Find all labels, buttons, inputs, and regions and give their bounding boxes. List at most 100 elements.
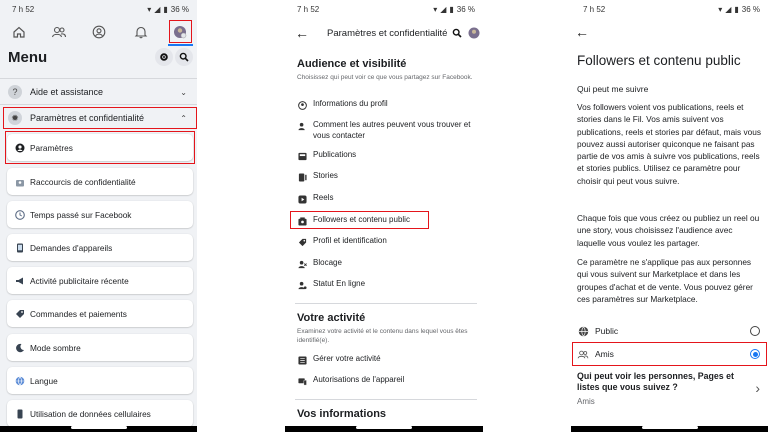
highlight-section [3, 107, 197, 129]
search-button[interactable] [175, 48, 193, 66]
wifi-icon: ▾ [433, 5, 438, 14]
block-user-icon [297, 259, 307, 269]
reels-icon [297, 194, 307, 204]
paragraph-marketplace-info: Ce paramètre ne s'applique pas aux perso… [577, 257, 753, 304]
clock-icon [14, 209, 25, 220]
home-indicator[interactable] [70, 426, 127, 429]
menu-item-label: Raccourcis de confidentialité [30, 176, 136, 187]
status-time: 7 h 52 [297, 5, 320, 14]
radio-public[interactable] [750, 326, 760, 336]
battery-level: 36 % [456, 5, 475, 14]
help-icon: ? [8, 85, 22, 99]
menu-item-raccourcis[interactable]: Raccourcis de confidentialité [7, 168, 193, 195]
moon-icon [14, 342, 25, 353]
system-nav-bar [571, 426, 768, 432]
battery-level: 36 % [170, 5, 189, 14]
device-permissions-icon [297, 376, 307, 386]
section-help[interactable]: ? Aide et assistance ⌄ [8, 82, 189, 102]
menu-item-label: Commandes et paiements [30, 308, 127, 319]
divider [0, 104, 197, 105]
highlight-avatar [169, 20, 192, 43]
option-public-label: Public [595, 326, 619, 336]
menu-item-activite-pub[interactable]: Activité publicitaire récente [7, 267, 193, 294]
settings-item-device-permissions[interactable]: Autorisations de l'appareil [297, 375, 479, 386]
chevron-right-icon[interactable]: › [755, 380, 760, 396]
settings-item-label: Statut En ligne [313, 279, 366, 288]
section-info-heading: Vos informations [297, 408, 387, 420]
divider [295, 303, 477, 304]
option-public[interactable]: Public [577, 322, 762, 340]
home-indicator[interactable] [641, 426, 698, 429]
user-circle-icon [297, 100, 307, 110]
megaphone-icon [14, 275, 25, 286]
status-bar: 7 h 52 ▾ ◢ ▮ 36 % [0, 4, 197, 16]
settings-item-stories[interactable]: Stories [297, 171, 479, 182]
divider [0, 78, 197, 79]
notifications-bell-icon[interactable] [133, 24, 149, 40]
highlight-followers [290, 211, 429, 229]
status-bar: 7 h 52 ▾ ◢ ▮ 36 % [285, 4, 483, 16]
settings-item-blocking[interactable]: Blocage [297, 258, 479, 269]
settings-item-label: Autorisations de l'appareil [313, 375, 405, 384]
settings-item-online-status[interactable]: Statut En ligne [297, 279, 479, 290]
battery-level: 36 % [741, 5, 760, 14]
following-visibility-question[interactable]: Qui peut voir les personnes, Pages et li… [577, 371, 735, 393]
settings-screen: 7 h 52 ▾ ◢ ▮ 36 % ← Paramètres et confid… [285, 0, 483, 432]
settings-gear-button[interactable] [155, 48, 173, 66]
signal-icon: ◢ [440, 5, 447, 14]
settings-item-publications[interactable]: Publications [297, 150, 479, 161]
signal-icon: ◢ [725, 5, 732, 14]
section-help-label: Aide et assistance [30, 87, 104, 97]
battery-icon: ▮ [449, 5, 454, 14]
settings-item-label: Informations du profil [313, 99, 388, 108]
globe-icon [14, 375, 25, 386]
signal-icon: ◢ [154, 5, 161, 14]
settings-item-profile-info[interactable]: Informations du profil [297, 99, 479, 110]
page-title: Menu [8, 49, 48, 66]
profile-icon[interactable] [91, 24, 107, 40]
settings-item-label: Gérer votre activité [313, 354, 381, 363]
status-time: 7 h 52 [12, 5, 35, 14]
settings-item-manage-activity[interactable]: Gérer votre activité [297, 354, 479, 365]
user-search-icon [297, 121, 307, 131]
activity-log-icon [297, 355, 307, 365]
friends-icon[interactable] [51, 24, 67, 40]
search-icon [179, 52, 189, 62]
menu-item-commandes[interactable]: Commandes et paiements [7, 300, 193, 327]
menu-item-demandes[interactable]: Demandes d'appareils [7, 234, 193, 261]
menu-item-mode-sombre[interactable]: Mode sombre [7, 334, 193, 361]
menu-item-langue[interactable]: Langue [7, 367, 193, 394]
settings-item-label: Profil et identification [313, 236, 387, 245]
back-arrow-icon[interactable]: ← [575, 24, 589, 40]
system-nav-bar [285, 426, 483, 432]
battery-icon: ▮ [163, 5, 168, 14]
settings-item-label: Comment les autres peuvent vous trouver … [313, 120, 471, 140]
menu-item-label: Utilisation de données cellulaires [30, 408, 151, 419]
page-title: Paramètres et confidentialité [327, 27, 448, 39]
settings-item-reels[interactable]: Reels [297, 193, 479, 204]
menu-item-temps[interactable]: Temps passé sur Facebook [7, 201, 193, 228]
battery-icon: ▮ [734, 5, 739, 14]
home-icon[interactable] [11, 24, 27, 40]
menu-item-donnees[interactable]: Utilisation de données cellulaires [7, 400, 193, 427]
divider [295, 399, 477, 400]
settings-item-find-contact[interactable]: Comment les autres peuvent vous trouver … [297, 120, 479, 141]
section-subtitle: Qui peut me suivre [577, 84, 649, 94]
home-indicator[interactable] [356, 426, 412, 429]
section-audience-heading: Audience et visibilité [297, 58, 407, 70]
tag-icon [14, 308, 25, 319]
menu-item-label: Mode sombre [30, 342, 81, 353]
device-icon [14, 242, 25, 253]
wifi-icon: ▾ [718, 5, 723, 14]
avatar[interactable] [468, 27, 480, 39]
tag-icon [297, 237, 307, 247]
page-title: Followers et contenu public [577, 53, 741, 68]
wifi-icon: ▾ [147, 5, 152, 14]
search-icon[interactable] [452, 28, 462, 38]
settings-item-profile-tagging[interactable]: Profil et identification [297, 236, 479, 247]
facebook-nav-bar [0, 20, 197, 44]
back-arrow-icon[interactable]: ← [295, 25, 309, 41]
globe-icon [577, 325, 589, 337]
menu-item-label: Demandes d'appareils [30, 242, 113, 253]
lock-user-icon [14, 176, 25, 187]
